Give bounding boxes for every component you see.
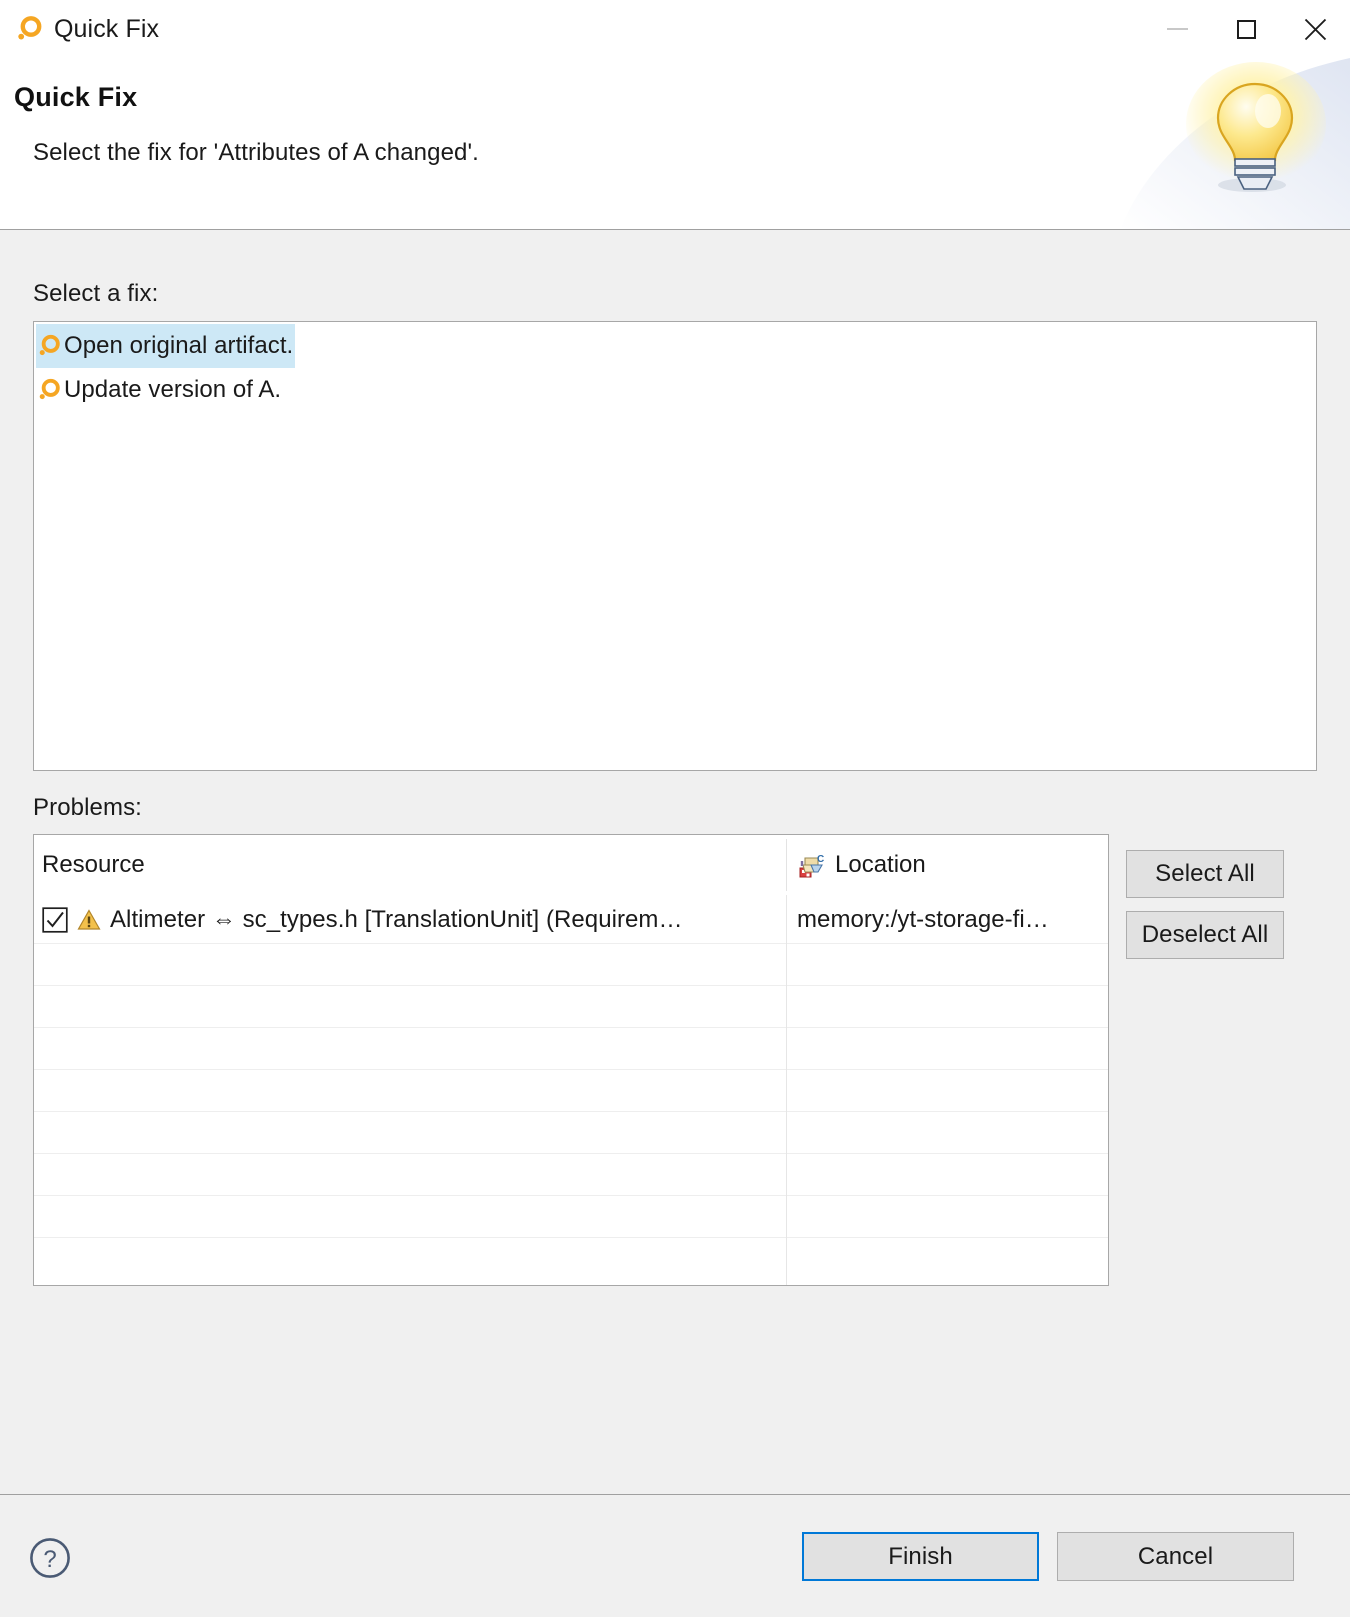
close-icon: [1304, 18, 1327, 40]
c-source-location-icon: C: [799, 854, 824, 878]
table-row[interactable]: Altimeter ⇔ sc_types.h [TranslationUnit]…: [34, 895, 1108, 943]
help-icon[interactable]: ?: [29, 1537, 71, 1579]
column-header-location[interactable]: C Location: [786, 851, 1108, 879]
table-row-empty[interactable]: [34, 1069, 1108, 1111]
minimize-button[interactable]: [1143, 0, 1212, 58]
table-cell-location: memory:/yt-storage-fi…: [786, 906, 1108, 934]
page-title: Quick Fix: [14, 82, 138, 112]
maximize-button[interactable]: [1212, 0, 1281, 58]
dialog-body: Select a fix: Open original artifact. Up…: [0, 230, 1350, 1494]
table-cell-resource-text: Altimeter ⇔ sc_types.h [TranslationUnit]…: [110, 905, 683, 933]
table-cell-location-text: memory:/yt-storage-fi…: [797, 905, 1049, 933]
svg-text:?: ?: [43, 1546, 56, 1573]
warning-icon: [77, 908, 101, 930]
row-checkbox[interactable]: [42, 906, 68, 933]
table-row-empty[interactable]: [34, 985, 1108, 1027]
select-all-button[interactable]: Select All: [1126, 850, 1284, 898]
table-row-empty[interactable]: [34, 1111, 1108, 1153]
quickfix-orange-ring-icon: [36, 377, 62, 403]
title-bar-left: Quick Fix: [0, 14, 159, 44]
quickfix-orange-ring-icon: [14, 14, 44, 44]
problems-label: Problems:: [33, 794, 142, 821]
window-controls: [1143, 0, 1350, 58]
table-row-empty[interactable]: [34, 1153, 1108, 1195]
wizard-header: Quick Fix Select the fix for 'Attributes…: [0, 58, 1350, 230]
finish-button[interactable]: Finish: [802, 1532, 1039, 1581]
select-fix-label: Select a fix:: [33, 280, 159, 307]
table-cell-resource: Altimeter ⇔ sc_types.h [TranslationUnit]…: [34, 906, 786, 934]
fix-list-item[interactable]: Update version of A.: [36, 368, 283, 412]
window-title: Quick Fix: [54, 14, 160, 43]
dialog-footer: ? Finish Cancel: [0, 1495, 1350, 1617]
fix-list-item-label: Open original artifact.: [64, 332, 294, 359]
title-bar: Quick Fix: [0, 0, 1350, 58]
fix-list-item[interactable]: Open original artifact.: [36, 324, 296, 368]
column-splitter[interactable]: [786, 895, 787, 1285]
footer-buttons: Finish Cancel: [802, 1532, 1294, 1581]
table-row-empty[interactable]: [34, 1195, 1108, 1237]
column-header-resource-label: Resource: [42, 851, 145, 878]
table-row-empty[interactable]: [34, 1237, 1108, 1279]
maximize-icon: [1237, 19, 1256, 39]
problems-side-buttons: Select All Deselect All: [1126, 834, 1284, 959]
minimize-icon: [1167, 28, 1188, 30]
fix-list-item-label: Update version of A.: [64, 376, 282, 403]
cancel-button[interactable]: Cancel: [1057, 1532, 1294, 1581]
problems-table[interactable]: Resource C Location Altimeter ⇔ sc_types…: [33, 834, 1109, 1286]
fix-list[interactable]: Open original artifact. Update version o…: [33, 321, 1317, 771]
deselect-all-button[interactable]: Deselect All: [1126, 911, 1284, 959]
column-header-resource[interactable]: Resource: [34, 851, 786, 879]
column-header-location-label: Location: [835, 851, 926, 878]
table-row-empty[interactable]: [34, 1027, 1108, 1069]
page-description: Select the fix for 'Attributes of A chan…: [33, 139, 479, 166]
quick-fix-dialog: Quick Fix Quick Fix Select the fix for '…: [0, 0, 1350, 1617]
table-row-empty[interactable]: [34, 943, 1108, 985]
problems-table-header: Resource C Location: [34, 835, 1108, 895]
quickfix-orange-ring-icon: [36, 333, 62, 359]
wizard-header-text: Quick Fix Select the fix for 'Attributes…: [0, 58, 1350, 167]
close-button[interactable]: [1281, 0, 1350, 58]
svg-text:C: C: [817, 854, 824, 865]
problems-area: Resource C Location Altimeter ⇔ sc_types…: [33, 834, 1317, 1286]
